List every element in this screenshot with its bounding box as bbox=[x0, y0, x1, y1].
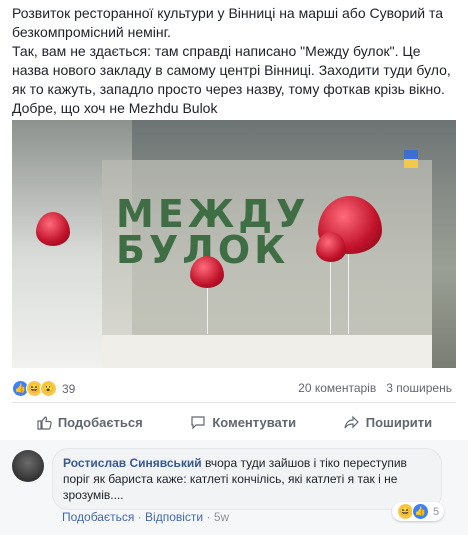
like-label: Подобається bbox=[57, 414, 143, 430]
comment-share-stats: 20 коментарів 3 поширень bbox=[298, 381, 452, 395]
balloon bbox=[190, 256, 224, 288]
like-reaction-icon: 👍 bbox=[412, 503, 429, 520]
wow-reaction-icon: 😮 bbox=[40, 380, 57, 397]
share-button[interactable]: Поширити bbox=[344, 414, 432, 430]
balloon bbox=[36, 212, 70, 246]
photo-counter bbox=[102, 335, 432, 368]
photo-sign-line1: МЕЖДУ bbox=[116, 192, 310, 236]
balloon-string bbox=[207, 288, 208, 334]
comment-author[interactable]: Ростислав Синявський bbox=[63, 456, 202, 470]
post-actions: Подобається Коментувати Поширити bbox=[12, 406, 456, 438]
comment-reaction-count: 5 bbox=[433, 505, 440, 518]
share-icon bbox=[344, 415, 359, 429]
comment-button[interactable]: Коментувати bbox=[190, 414, 296, 430]
post-stats: 👍 😆 😮 39 20 коментарів 3 поширень bbox=[12, 378, 456, 398]
post-paragraph: Так, вам не здається: там справді написа… bbox=[12, 43, 451, 97]
reaction-summary[interactable]: 👍 😆 😮 39 bbox=[12, 380, 75, 397]
comment-reply-link[interactable]: Відповісти bbox=[145, 510, 203, 524]
post-photo[interactable]: МЕЖДУ БУЛОК bbox=[12, 120, 456, 368]
comment-reactions[interactable]: 😆 👍 5 bbox=[392, 502, 445, 521]
comment-meta: Подобається · Відповісти · 5w bbox=[62, 510, 230, 524]
comment-icon bbox=[191, 416, 205, 430]
flag-icon bbox=[404, 150, 418, 168]
avatar[interactable] bbox=[12, 450, 44, 482]
reaction-count: 39 bbox=[62, 381, 76, 396]
shares-count[interactable]: 3 поширень bbox=[386, 381, 452, 395]
thumbs-up-icon bbox=[37, 416, 52, 430]
post-paragraph: Розвиток ресторанної культури у Вінниці … bbox=[12, 5, 444, 40]
post-text: Розвиток ресторанної культури у Вінниці … bbox=[12, 4, 460, 118]
like-button[interactable]: Подобається bbox=[36, 414, 143, 430]
share-label: Поширити bbox=[365, 414, 433, 430]
balloon bbox=[316, 232, 346, 262]
divider bbox=[12, 402, 456, 403]
comments-section: Ростислав Синявський вчора туди зайшов і… bbox=[0, 440, 468, 535]
comment-time[interactable]: 5w bbox=[214, 510, 229, 524]
comments-count[interactable]: 20 коментарів bbox=[298, 381, 376, 395]
comment-bubble: Ростислав Синявський вчора туди зайшов і… bbox=[52, 448, 442, 510]
comment-label: Коментувати bbox=[212, 414, 297, 430]
balloon-string bbox=[348, 254, 349, 334]
post-paragraph: Добре, що хоч не Mezhdu Bulok bbox=[12, 100, 218, 116]
balloon-string bbox=[330, 262, 331, 334]
comment-like-link[interactable]: Подобається bbox=[62, 510, 134, 524]
